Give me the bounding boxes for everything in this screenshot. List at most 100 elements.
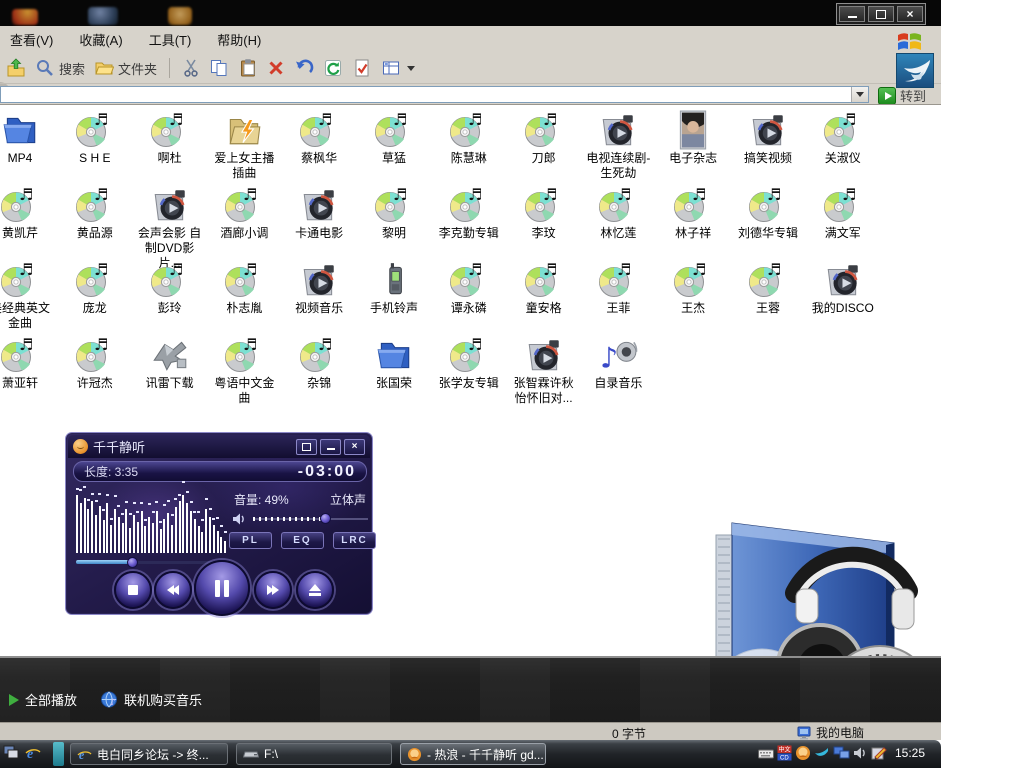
file-item[interactable]: ♬S H E — [57, 110, 133, 166]
file-item[interactable]: ♬王杰 — [655, 260, 731, 316]
toolbar-refresh-button[interactable] — [323, 58, 343, 78]
toolbar-folders-button[interactable]: 文件夹 — [94, 58, 157, 78]
task-联机购买音乐[interactable]: ♪联机购买音乐 — [101, 690, 202, 709]
player-eq-button[interactable]: EQ — [281, 532, 324, 549]
file-item[interactable]: 张智霖许秋怡怀旧对... — [506, 335, 582, 406]
file-item[interactable]: 讯雷下载 — [132, 335, 208, 391]
file-item[interactable]: ♬啊杜 — [132, 110, 208, 166]
file-item[interactable]: ♬刘德华专辑 — [730, 185, 806, 241]
player-minimize-button[interactable] — [320, 439, 341, 455]
volume-slider[interactable] — [253, 514, 368, 524]
file-item[interactable]: ♬张学友专辑 — [431, 335, 507, 391]
menu-item-help[interactable]: 帮助(H) — [217, 30, 261, 49]
file-item[interactable]: ♬彭玲 — [132, 260, 208, 316]
toolbar-cut-button[interactable] — [182, 58, 200, 78]
file-item[interactable]: ♬林子祥 — [655, 185, 731, 241]
toolbar-check-button[interactable] — [352, 58, 372, 78]
file-item[interactable]: ♬粤语中文金曲 — [206, 335, 282, 406]
pen-icon[interactable] — [871, 745, 887, 761]
file-item[interactable]: 电视连续剧-生死劫 — [580, 110, 656, 181]
file-item[interactable]: 会声会影 自制DVD影片... — [132, 185, 208, 271]
file-item[interactable]: 搞笑视频 — [730, 110, 806, 166]
player-lrc-button[interactable]: LRC — [333, 532, 376, 549]
file-label: 美经典英文金曲 — [0, 301, 55, 331]
file-item[interactable]: 视频音乐 — [281, 260, 357, 316]
file-item[interactable]: 我的DISCO — [805, 260, 881, 316]
eject-button[interactable] — [296, 571, 334, 609]
next-button[interactable] — [254, 571, 292, 609]
close-button[interactable]: × — [897, 6, 923, 22]
network-icon[interactable] — [833, 745, 850, 761]
file-item[interactable]: ♬黎明 — [356, 185, 432, 241]
file-item[interactable]: ♬庞龙 — [57, 260, 133, 316]
keyboard-icon[interactable] — [758, 746, 774, 761]
file-item[interactable]: 张国荣 — [356, 335, 432, 391]
address-input[interactable] — [0, 86, 869, 103]
toolbar-up-folder-button[interactable] — [6, 58, 26, 78]
file-item[interactable]: 爱上女主播插曲 — [206, 110, 282, 181]
ie-quicklaunch-icon[interactable]: e — [25, 745, 41, 760]
file-item[interactable]: 手机铃声 — [356, 260, 432, 316]
volume-knob[interactable] — [320, 513, 331, 524]
menu-item-tools[interactable]: 工具(T) — [149, 30, 192, 49]
file-item[interactable]: ♬陈慧琳 — [431, 110, 507, 166]
file-item[interactable]: ♪自录音乐 — [580, 335, 656, 391]
spectrum-bar — [160, 529, 162, 553]
ttplayer-tray-icon[interactable] — [795, 745, 811, 761]
file-item[interactable]: 卡通电影 — [281, 185, 357, 241]
file-item[interactable]: MP4 — [0, 110, 58, 166]
thunder-swallow-icon[interactable] — [896, 53, 934, 88]
file-item[interactable]: ♬林忆莲 — [580, 185, 656, 241]
maximize-button[interactable] — [868, 6, 894, 22]
show-desktop-icon[interactable] — [3, 745, 19, 760]
pause-button[interactable] — [194, 560, 250, 616]
toolbar-paste-button[interactable] — [238, 58, 258, 78]
address-dropdown-button[interactable] — [851, 87, 868, 102]
file-item[interactable]: ♬黄凯芹 — [0, 185, 58, 241]
file-item[interactable]: ♬童安格 — [506, 260, 582, 316]
file-item[interactable]: ♬萧亚轩 — [0, 335, 58, 391]
toolbar-delete-button[interactable] — [267, 58, 285, 78]
player-close-button[interactable]: × — [344, 439, 365, 455]
file-item[interactable]: ♬黄品源 — [57, 185, 133, 241]
seek-slider[interactable] — [76, 557, 216, 568]
task-全部播放[interactable]: 全部播放 — [9, 690, 77, 709]
minimize-button[interactable] — [839, 6, 865, 22]
file-item[interactable]: ♬谭永磷 — [431, 260, 507, 316]
toolbar-search-button[interactable]: 搜索 — [35, 58, 85, 78]
stop-button[interactable] — [114, 571, 152, 609]
file-item[interactable]: ♬草猛 — [356, 110, 432, 166]
player-maximize-button[interactable] — [296, 439, 317, 455]
toolbar-views-button[interactable] — [381, 58, 415, 78]
file-item[interactable]: ♬李克勤专辑 — [431, 185, 507, 241]
seek-knob[interactable] — [127, 557, 138, 568]
cd-file-icon: ♬ — [431, 185, 507, 225]
file-item[interactable]: ♬王菲 — [580, 260, 656, 316]
taskbar-button[interactable]: - 热浪 - 千千静听 gd... — [400, 743, 546, 765]
file-item[interactable]: ♬酒廊小调 — [206, 185, 282, 241]
previous-icon — [167, 585, 179, 595]
file-item[interactable]: ♬杂锦 — [281, 335, 357, 391]
file-item[interactable]: ♬关淑仪 — [805, 110, 881, 166]
taskbar-button[interactable]: e电白同乡论坛 -> 终... — [70, 743, 228, 765]
file-item[interactable]: ♬蔡枫华 — [281, 110, 357, 166]
file-item[interactable]: ♬许冠杰 — [57, 335, 133, 391]
volume-icon[interactable] — [853, 745, 868, 761]
menu-item-favorites[interactable]: 收藏(A) — [79, 30, 122, 49]
file-item[interactable]: ♬满文军 — [805, 185, 881, 241]
file-item[interactable]: ♬朴志胤 — [206, 260, 282, 316]
player-title-bar[interactable]: 千千静听 × — [68, 435, 370, 458]
file-item[interactable]: ♬刀郎 — [506, 110, 582, 166]
thunder-swoosh-icon[interactable] — [814, 745, 830, 761]
lang-cn-icon[interactable]: 中文CD — [777, 745, 792, 761]
file-item[interactable]: ♬美经典英文金曲 — [0, 260, 58, 331]
toolbar-copy-button[interactable] — [209, 58, 229, 78]
toolbar-undo-button[interactable] — [294, 58, 314, 78]
player-pl-button[interactable]: PL — [229, 532, 272, 549]
taskbar-button[interactable]: F:\ — [236, 743, 392, 765]
menu-item-view[interactable]: 查看(V) — [10, 30, 53, 49]
file-item[interactable]: 电子杂志 — [655, 110, 731, 166]
file-item[interactable]: ♬李玟 — [506, 185, 582, 241]
file-item[interactable]: ♬王蓉 — [730, 260, 806, 316]
previous-button[interactable] — [154, 571, 192, 609]
